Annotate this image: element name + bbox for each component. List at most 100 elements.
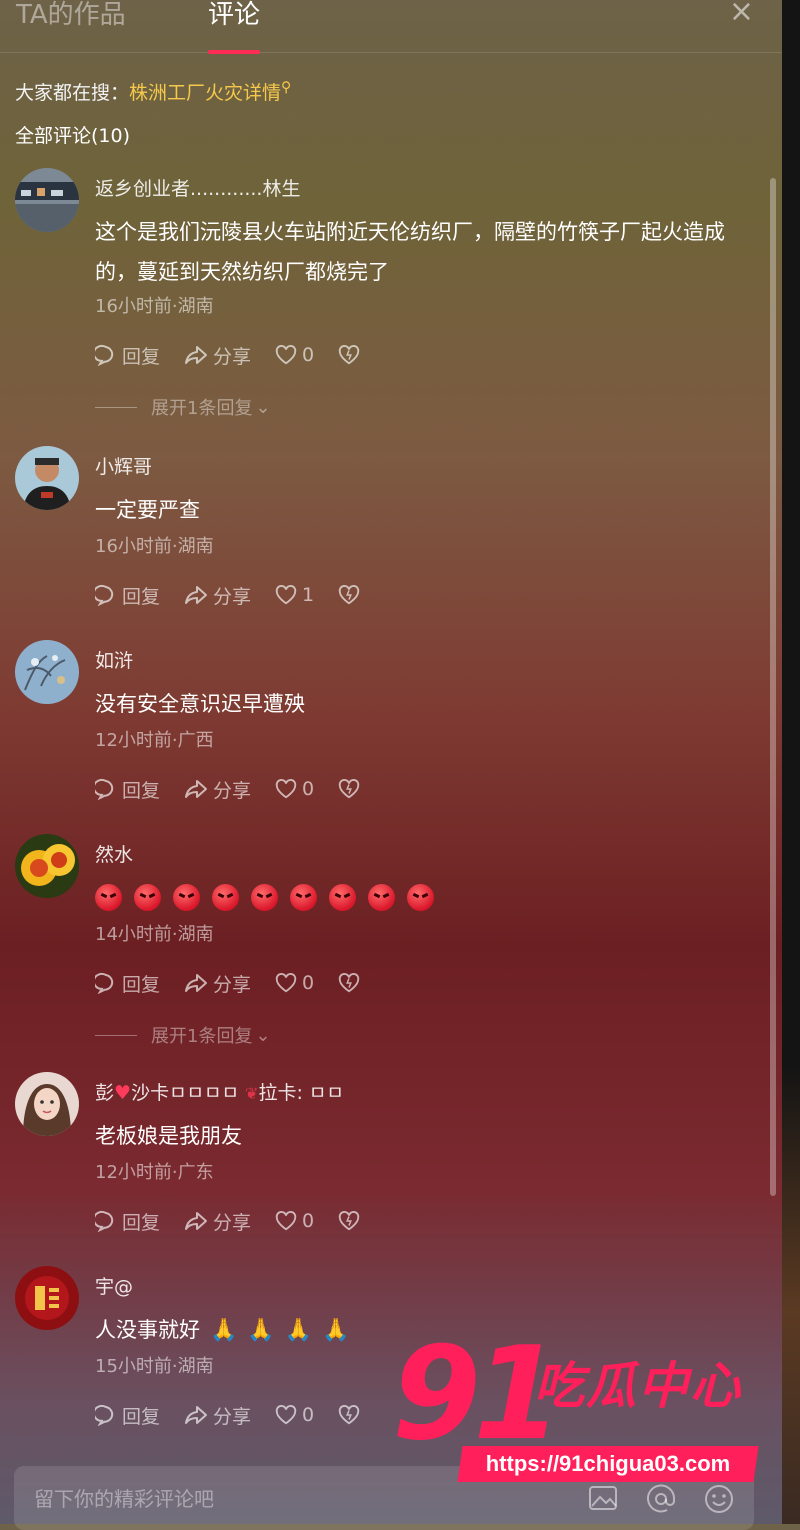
share-icon xyxy=(185,586,208,604)
close-icon[interactable]: × xyxy=(729,0,754,29)
reply-button[interactable]: 回复 xyxy=(95,342,160,369)
avatar[interactable] xyxy=(15,640,79,704)
comment-text: 这个是我们沅陵县火车站附近天伦纺织厂，隔壁的竹筷子厂起火造成的，蔓延到天然纺织厂… xyxy=(95,220,725,284)
expand-replies[interactable]: 展开1条回复 ⌄ xyxy=(95,1022,271,1048)
search-icon: ⚲ xyxy=(281,79,292,96)
avatar[interactable] xyxy=(15,834,79,898)
pray-emoji-icon: 🙏 xyxy=(247,1318,275,1343)
share-label: 分享 xyxy=(213,1211,252,1234)
broken-heart-icon xyxy=(338,1405,360,1425)
heart-icon xyxy=(275,973,297,993)
like-button[interactable]: 0 xyxy=(275,778,314,800)
reply-button[interactable]: 回复 xyxy=(95,1208,160,1235)
comment-meta: 14小时前·湖南 xyxy=(95,924,214,945)
heart-emoji-icon: ♥ xyxy=(114,1082,132,1104)
expand-replies-label: 展开1条回复 xyxy=(151,1026,253,1047)
share-icon xyxy=(185,1212,208,1230)
dislike-button[interactable] xyxy=(338,584,365,606)
comment-author[interactable]: 彭♥沙卡ㅁㅁㅁㅁ ❦拉卡: ㅁㅁ xyxy=(95,1078,344,1105)
comment-meta: 12小时前·广西 xyxy=(95,730,214,751)
share-button[interactable]: 分享 xyxy=(184,342,251,369)
avatar[interactable] xyxy=(15,1072,79,1136)
share-label: 分享 xyxy=(213,345,252,368)
broken-heart-icon xyxy=(338,1211,360,1231)
expand-replies[interactable]: 展开1条回复 ⌄ xyxy=(95,394,271,420)
dislike-button[interactable] xyxy=(338,344,365,366)
comment-actions: 回复 分享 1 xyxy=(95,581,389,609)
share-button[interactable]: 分享 xyxy=(184,970,251,997)
like-count: 0 xyxy=(302,1404,315,1426)
dislike-button[interactable] xyxy=(338,1210,365,1232)
reply-icon xyxy=(95,778,114,800)
share-button[interactable]: 分享 xyxy=(184,582,251,609)
comment-actions: 回复 分享 0 xyxy=(95,1401,389,1429)
angry-emoji-icon xyxy=(251,884,278,911)
reply-label: 回复 xyxy=(122,1405,161,1428)
comment-text: 一定要严查 xyxy=(95,498,200,522)
comment-author[interactable]: 然水 xyxy=(95,840,133,867)
author-name-part: 彭 xyxy=(95,1082,115,1104)
like-count: 0 xyxy=(302,972,315,994)
reply-icon xyxy=(95,344,114,366)
hot-search-bar: 大家都在搜：株洲工厂火灾详情⚲ xyxy=(15,78,291,105)
watermark-logo: 91 吃瓜中心 https://91chigua03.com xyxy=(392,1320,782,1492)
like-count: 1 xyxy=(302,584,315,606)
comment-meta: 16小时前·湖南 xyxy=(95,536,214,557)
comment-author[interactable]: 如浒 xyxy=(95,646,133,673)
like-button[interactable]: 0 xyxy=(275,1404,314,1426)
comment-meta: 16小时前·湖南 xyxy=(95,296,214,317)
pray-emoji-icon: 🙏 xyxy=(284,1318,313,1343)
avatar[interactable] xyxy=(15,446,79,510)
reply-button[interactable]: 回复 xyxy=(95,776,160,803)
comment-text-content: 人没事就好 xyxy=(95,1318,200,1342)
reply-label: 回复 xyxy=(122,345,161,368)
share-button[interactable]: 分享 xyxy=(184,1402,251,1429)
hot-search-prefix: 大家都在搜： xyxy=(15,82,130,104)
broken-heart-icon xyxy=(338,345,360,365)
like-button[interactable]: 0 xyxy=(275,1210,314,1232)
comment-author[interactable]: 小辉哥 xyxy=(95,452,152,479)
share-label: 分享 xyxy=(213,585,252,608)
share-button[interactable]: 分享 xyxy=(184,776,251,803)
like-count: 0 xyxy=(302,344,315,366)
share-label: 分享 xyxy=(213,973,252,996)
like-button[interactable]: 0 xyxy=(275,972,314,994)
angry-emoji-icon xyxy=(407,884,434,911)
divider xyxy=(95,406,137,408)
comment-text xyxy=(95,878,745,911)
reply-button[interactable]: 回复 xyxy=(95,1402,160,1429)
angry-emoji-icon xyxy=(173,884,200,911)
tab-comments[interactable]: 评论 xyxy=(208,0,260,31)
tab-works[interactable]: TA的作品 xyxy=(16,0,126,31)
hot-search-link[interactable]: 株洲工厂火灾详情 xyxy=(129,82,281,104)
heart-icon xyxy=(275,1405,297,1425)
comment-author[interactable]: 返乡创业者............林生 xyxy=(95,174,300,201)
scrollbar-thumb[interactable] xyxy=(770,178,776,1196)
reply-button[interactable]: 回复 xyxy=(95,970,160,997)
avatar[interactable] xyxy=(15,1266,79,1330)
heart-icon xyxy=(275,585,297,605)
dislike-button[interactable] xyxy=(338,1404,365,1426)
like-button[interactable]: 1 xyxy=(275,584,314,606)
angry-emoji-icon xyxy=(329,884,356,911)
dislike-button[interactable] xyxy=(338,778,365,800)
angry-emoji-icon xyxy=(95,884,122,911)
avatar[interactable] xyxy=(15,168,79,232)
reply-button[interactable]: 回复 xyxy=(95,582,160,609)
comment-count: 全部评论(10) xyxy=(15,125,131,147)
chevron-down-icon: ⌄ xyxy=(255,396,271,418)
like-button[interactable]: 0 xyxy=(275,344,314,366)
share-icon xyxy=(185,780,208,798)
share-button[interactable]: 分享 xyxy=(184,1208,251,1235)
broken-heart-icon xyxy=(338,585,360,605)
comment-author[interactable]: 宇@ xyxy=(95,1272,133,1299)
angry-emoji-icon xyxy=(134,884,161,911)
dislike-button[interactable] xyxy=(338,972,365,994)
reply-icon xyxy=(95,972,114,994)
comment-actions: 回复 分享 0 xyxy=(95,1207,389,1235)
comment-text: 老板娘是我朋友 xyxy=(95,1124,242,1148)
angry-emoji-icon xyxy=(212,884,239,911)
reply-label: 回复 xyxy=(122,585,161,608)
share-icon xyxy=(185,1406,208,1424)
reply-label: 回复 xyxy=(122,779,161,802)
